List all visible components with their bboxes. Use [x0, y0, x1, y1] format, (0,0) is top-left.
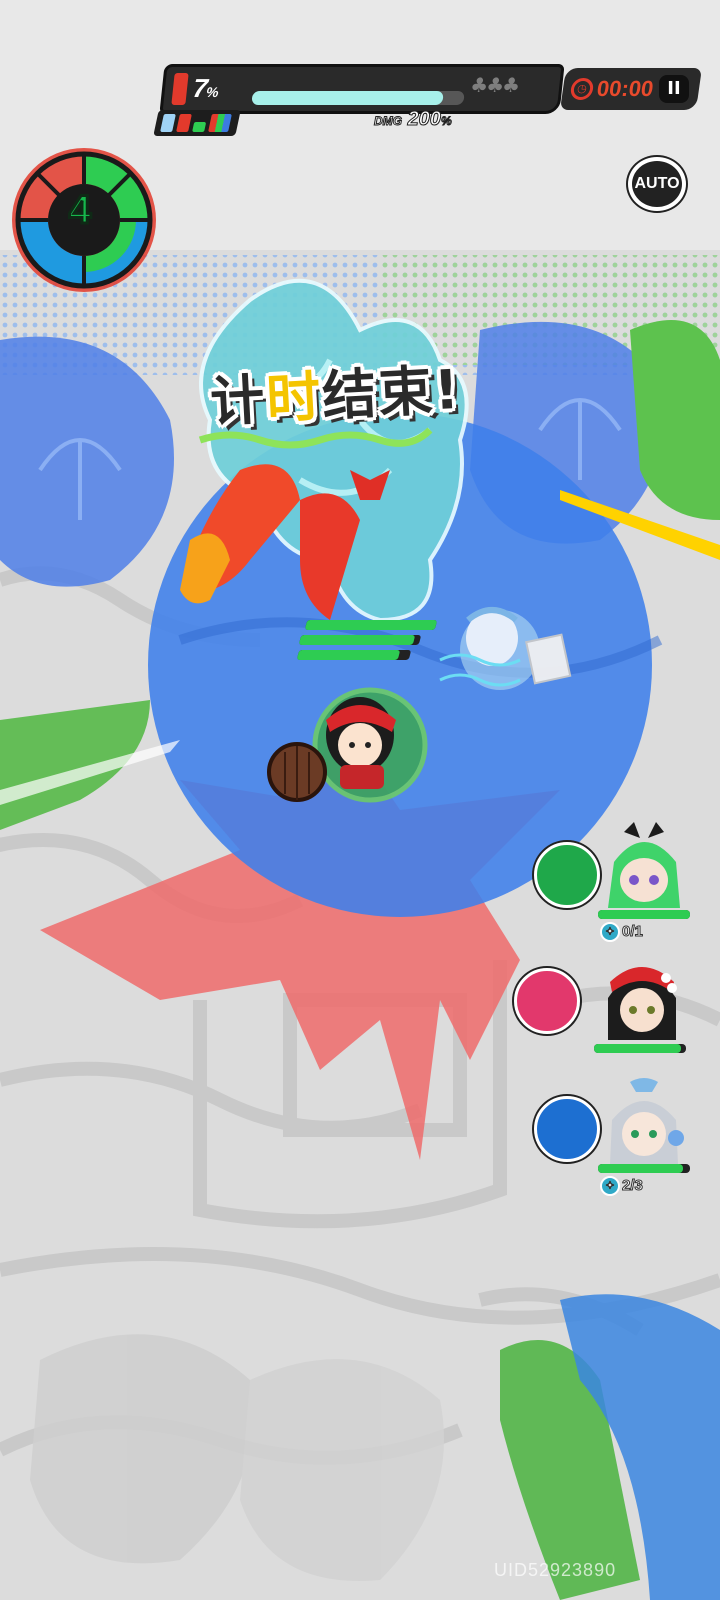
portrait-green-hair-icon: [608, 822, 680, 908]
battle-timer: ◷ 00:00 II: [560, 68, 702, 110]
skill-orb-flower-icon[interactable]: [534, 1096, 600, 1162]
boss-element-strip: [153, 110, 241, 136]
element-chip-green-icon: [192, 122, 207, 132]
boss-hp-track: [251, 91, 465, 105]
boss-hp-percent: 7%: [191, 73, 219, 103]
party-3-hp-bar: [598, 1164, 690, 1173]
party-member-3[interactable]: ✦ 2/3: [534, 1076, 704, 1196]
boss-hp-fill: [251, 91, 444, 105]
damage-multiplier: DMG 200%: [374, 108, 453, 131]
party-1-hp-bar: [598, 910, 690, 919]
hero-shield-bar: [304, 620, 438, 630]
timer-value: 00:00: [595, 76, 656, 101]
hero-hp-bar: [298, 635, 422, 645]
party-1-charge: ✦ 0/1: [600, 922, 643, 942]
boss-element-marker: [171, 73, 189, 105]
party-3-charge: ✦ 2/3: [600, 1176, 643, 1196]
element-chip-light-blue-icon: [160, 114, 176, 132]
boss-hp-bar: 7% ♣♣♣: [159, 64, 565, 114]
skill-orb-slash-icon[interactable]: [514, 968, 580, 1034]
wave-number: 4: [67, 187, 92, 234]
portrait-red-hat-icon: [608, 967, 677, 1040]
hero-energy-bar: [296, 650, 412, 660]
charge-gem-icon: ✦: [600, 1176, 620, 1196]
portrait-silver-hair-icon: [610, 1078, 684, 1164]
party-member-2[interactable]: [514, 948, 686, 1058]
skill-orb-panda-icon[interactable]: [534, 842, 600, 908]
clock-icon: ◷: [569, 78, 595, 100]
clover-icons: ♣♣♣: [469, 73, 520, 97]
party-2-hp-bar: [594, 1044, 686, 1053]
time-up-banner: 计时结束!: [208, 357, 463, 434]
pause-button[interactable]: II: [659, 75, 689, 103]
party-member-1[interactable]: ✦ 0/1: [534, 822, 704, 942]
charge-gem-icon: ✦: [600, 922, 620, 942]
element-chip-red-icon: [176, 114, 192, 132]
auto-battle-button[interactable]: AUTO: [628, 157, 686, 211]
player-uid: UID52923890: [494, 1560, 617, 1580]
element-chip-tri-icon: [208, 114, 232, 132]
